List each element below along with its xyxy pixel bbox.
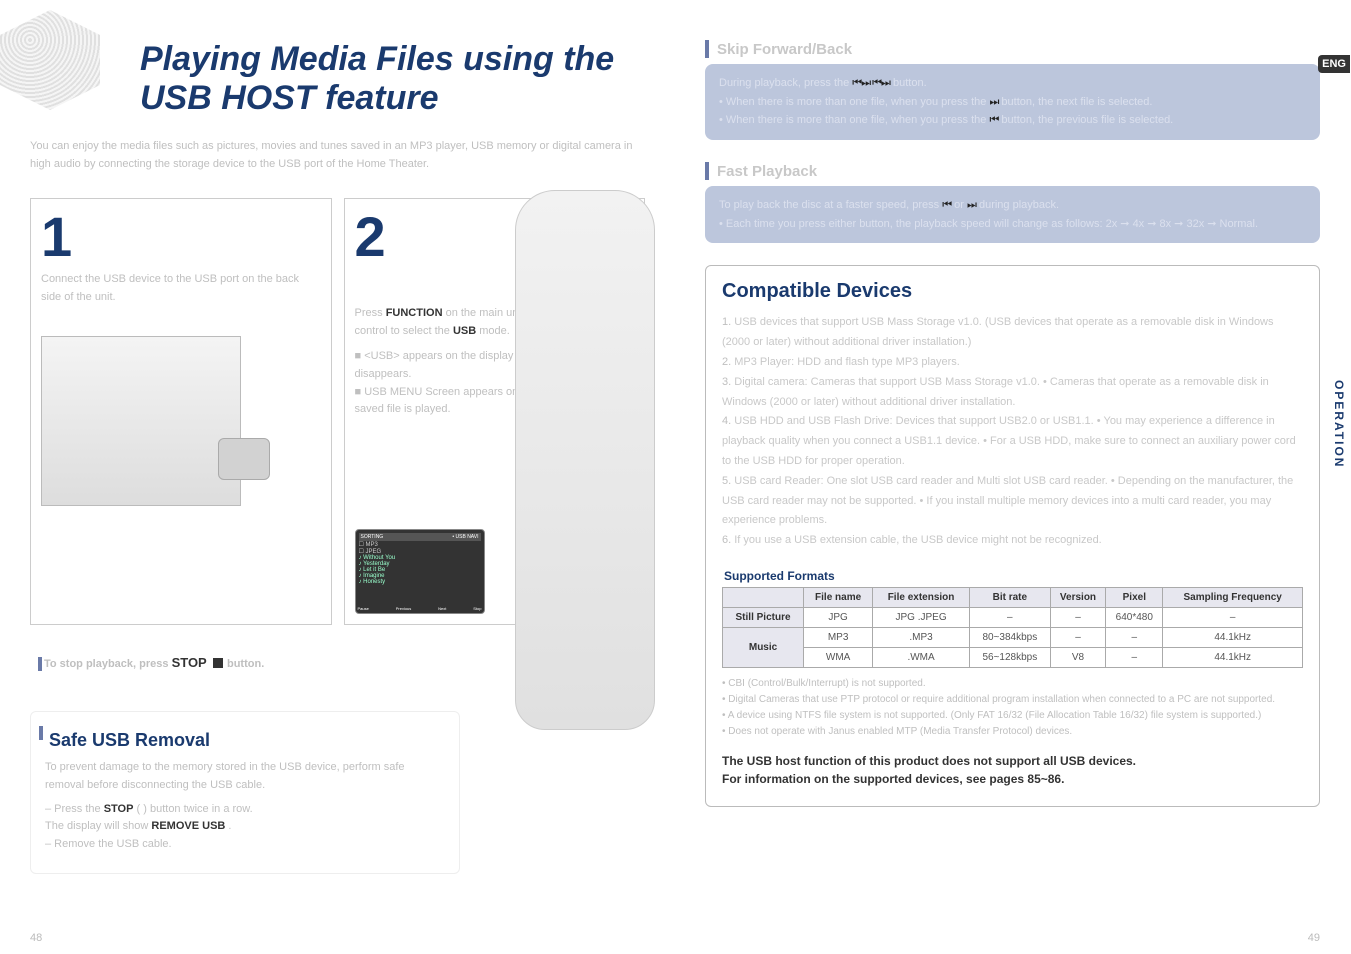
stop-playback-section: To stop playback, press STOP button.: [30, 643, 460, 694]
usb-navi-screenshot: SORTING • USB NAVI ☐ MP3 ☐ JPEG ♪ Withou…: [355, 529, 485, 614]
skip-title: Skip Forward/Back: [717, 41, 852, 58]
compat-item: USB devices that support USB Mass Storag…: [722, 313, 1303, 353]
table-header-row: File name File extension Bit rate Versio…: [723, 588, 1303, 608]
section-side-tab: OPERATION: [1332, 380, 1346, 468]
compat-item: USB card Reader: One slot USB card reade…: [722, 472, 1303, 531]
step-1-text: Connect the USB device to the USB port o…: [41, 271, 321, 306]
supported-formats-title: Supported Formats: [724, 569, 1303, 583]
page-title: Playing Media Files using the USB HOST f…: [140, 40, 645, 118]
table-row: Still Picture JPG JPG .JPEG – – 640*480 …: [723, 608, 1303, 628]
bold-usb: USB: [453, 325, 476, 337]
decorative-emblem: [0, 10, 100, 110]
remote-control-illustration: [515, 190, 655, 730]
fast-body: To play back the disc at a faster speed,…: [705, 186, 1320, 243]
nav-track-5: ♪ Honesty: [359, 579, 481, 585]
intro-text: You can enjoy the media files such as pi…: [30, 138, 645, 173]
compatible-heading: Compatible Devices: [722, 280, 1303, 303]
nav-folder-1: ☐ MP3: [359, 541, 481, 548]
stop-icon: [213, 658, 223, 668]
device-rear-illustration: [41, 336, 241, 506]
heading-bar-icon: [705, 40, 709, 58]
bold-function: FUNCTION: [386, 307, 443, 319]
fast-bullet-1: • Each time you press either button, the…: [719, 215, 1306, 234]
safe-line-3: – Remove the USB cable.: [45, 836, 445, 854]
post-bullets: • CBI (Control/Bulk/Interrupt) is not su…: [722, 676, 1303, 740]
safe-removal-box: Safe USB Removal To prevent damage to th…: [30, 711, 460, 874]
compat-item: Digital camera: Cameras that support USB…: [722, 373, 1303, 413]
fast-playback-section: Fast Playback To play back the disc at a…: [705, 162, 1320, 243]
fast-line-1: To play back the disc at a faster speed,…: [719, 196, 1306, 215]
safe-line-1: To prevent damage to the memory stored i…: [45, 759, 445, 794]
right-page: ENG OPERATION Skip Forward/Back During p…: [675, 0, 1350, 954]
compat-item: USB HDD and USB Flash Drive: Devices tha…: [722, 412, 1303, 471]
table-row: Music MP3 .MP3 80~384kbps – – 44.1kHz: [723, 628, 1303, 648]
page-number-left: 48: [30, 932, 42, 944]
left-page: Playing Media Files using the USB HOST f…: [0, 0, 675, 954]
fast-forward-icon: ⏭: [967, 196, 976, 215]
skip-back-icon: ⏮: [989, 111, 998, 130]
skip-body: During playback, press the ⏮⏭ ⏮⏭ button.…: [705, 64, 1320, 140]
heading-bar-icon: [705, 162, 709, 180]
compat-item: MP3 Player: HDD and flash type MP3 playe…: [722, 353, 1303, 373]
nav-folder-2: ☐ JPEG: [359, 548, 481, 555]
supported-formats-table: File name File extension Bit rate Versio…: [722, 587, 1303, 668]
step-1-number: 1: [41, 209, 321, 265]
table-row: WMA .WMA 56~128kbps V8 – 44.1kHz: [723, 648, 1303, 668]
compatible-devices-box: Compatible Devices USB devices that supp…: [705, 265, 1320, 807]
manual-spread: Playing Media Files using the USB HOST f…: [0, 0, 1351, 954]
footnote-2: For information on the supported devices…: [722, 770, 1303, 788]
compat-item: If you use a USB extension cable, the US…: [722, 531, 1303, 551]
nav-header-right: • USB NAVI: [452, 534, 478, 540]
skip-section: Skip Forward/Back During playback, press…: [705, 40, 1320, 140]
skip-forward-icon: ⏭: [989, 93, 998, 112]
fast-back-icon: ⏮: [942, 196, 951, 215]
compatible-list: USB devices that support USB Mass Storag…: [722, 313, 1303, 551]
page-number-right: 49: [1308, 932, 1320, 944]
step-2-number: 2: [355, 209, 386, 265]
nav-header-left: SORTING: [361, 534, 384, 540]
step-1-box: 1 Connect the USB device to the USB port…: [30, 198, 332, 625]
language-tab: ENG: [1318, 55, 1350, 73]
skip-back-forward-icon: ⏮⏭ ⏮⏭: [852, 74, 890, 93]
footnote-1: The USB host function of this product do…: [722, 752, 1303, 770]
safe-line-2: – Press the STOP ( ) button twice in a r…: [45, 801, 445, 836]
safe-removal-title: Safe USB Removal: [49, 730, 445, 751]
stop-line: To stop playback, press STOP button.: [44, 655, 446, 674]
fast-title: Fast Playback: [717, 163, 817, 180]
